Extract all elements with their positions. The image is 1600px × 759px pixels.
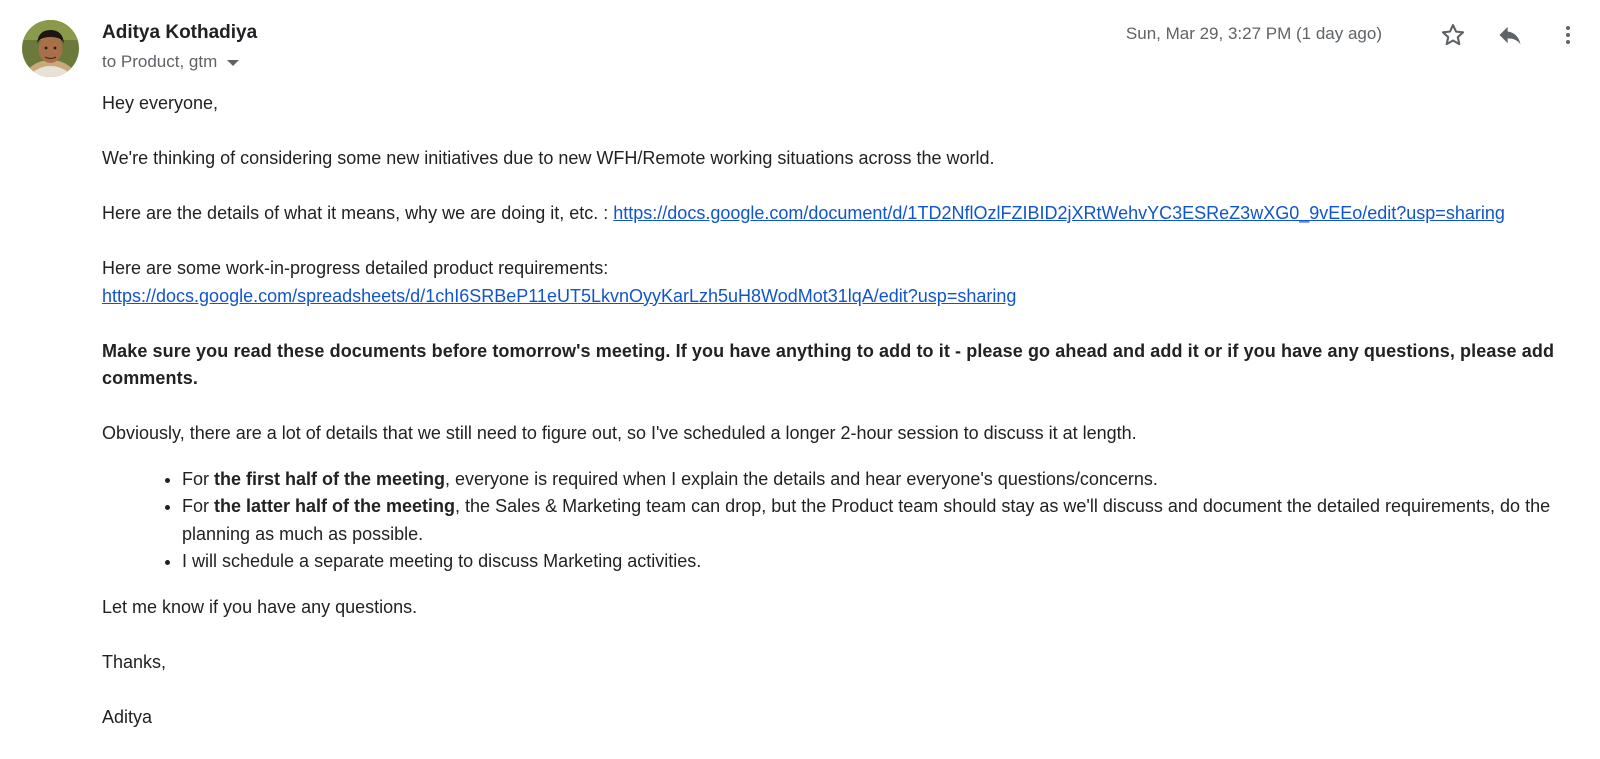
bullet-text: , everyone is required when I explain th… bbox=[445, 468, 1158, 489]
signoff: Thanks, bbox=[102, 651, 167, 672]
chevron-down-icon[interactable] bbox=[227, 60, 240, 66]
bullet-text: I will schedule a separate meeting to di… bbox=[182, 551, 702, 571]
requirements-sheet-link[interactable]: https://docs.google.com/spreadsheets/d/1… bbox=[102, 286, 1016, 306]
avatar[interactable] bbox=[22, 20, 79, 77]
list-item: I will schedule a separate meeting to di… bbox=[182, 548, 1582, 576]
bullet-bold: the first half of the meeting bbox=[214, 468, 446, 489]
greeting: Hey everyone, bbox=[102, 93, 219, 113]
requirements-paragraph: Here are some work-in-progress detailed … bbox=[102, 255, 1582, 310]
signature: Aditya bbox=[102, 706, 153, 727]
avatar-photo bbox=[22, 20, 79, 77]
bullet-prefix: For bbox=[182, 496, 215, 516]
message-timestamp: Sun, Mar 29, 3:27 PM (1 day ago) bbox=[1125, 24, 1382, 43]
more-options-button[interactable] bbox=[1551, 18, 1585, 52]
reply-icon bbox=[1499, 26, 1521, 45]
star-button[interactable] bbox=[1436, 18, 1470, 52]
intro-paragraph: We're thinking of considering some new i… bbox=[102, 148, 995, 168]
bold-notice: Make sure you read these documents befor… bbox=[102, 340, 1555, 389]
more-vert-icon bbox=[1566, 26, 1570, 44]
details-text: Here are the details of what it means, w… bbox=[102, 203, 614, 223]
sender-name[interactable]: Aditya Kothadiya bbox=[102, 22, 257, 44]
message-body: Hey everyone, We're thinking of consider… bbox=[102, 90, 1582, 759]
bullet-bold: the latter half of the meeting bbox=[214, 496, 456, 516]
email-message: Aditya Kothadiya to Product, gtm Sun, Ma… bbox=[0, 0, 1600, 759]
requirements-text: Here are some work-in-progress detailed … bbox=[102, 258, 609, 278]
meeting-bullets: For the first half of the meeting, every… bbox=[102, 466, 1582, 576]
details-paragraph: Here are the details of what it means, w… bbox=[102, 200, 1582, 228]
reply-button[interactable] bbox=[1493, 18, 1527, 52]
session-paragraph: Obviously, there are a lot of details th… bbox=[102, 423, 1137, 443]
bullet-prefix: For bbox=[182, 468, 215, 489]
list-item: For the first half of the meeting, every… bbox=[182, 466, 1582, 494]
details-doc-link[interactable]: https://docs.google.com/document/d/1TD2N… bbox=[613, 203, 1505, 223]
star-icon bbox=[1441, 24, 1465, 46]
list-item: For the latter half of the meeting, the … bbox=[182, 493, 1582, 548]
recipients-label: to Product, gtm bbox=[102, 52, 218, 71]
closing-line: Let me know if you have any questions. bbox=[102, 596, 418, 617]
recipients-toggle[interactable]: to Product, gtm bbox=[102, 52, 240, 72]
